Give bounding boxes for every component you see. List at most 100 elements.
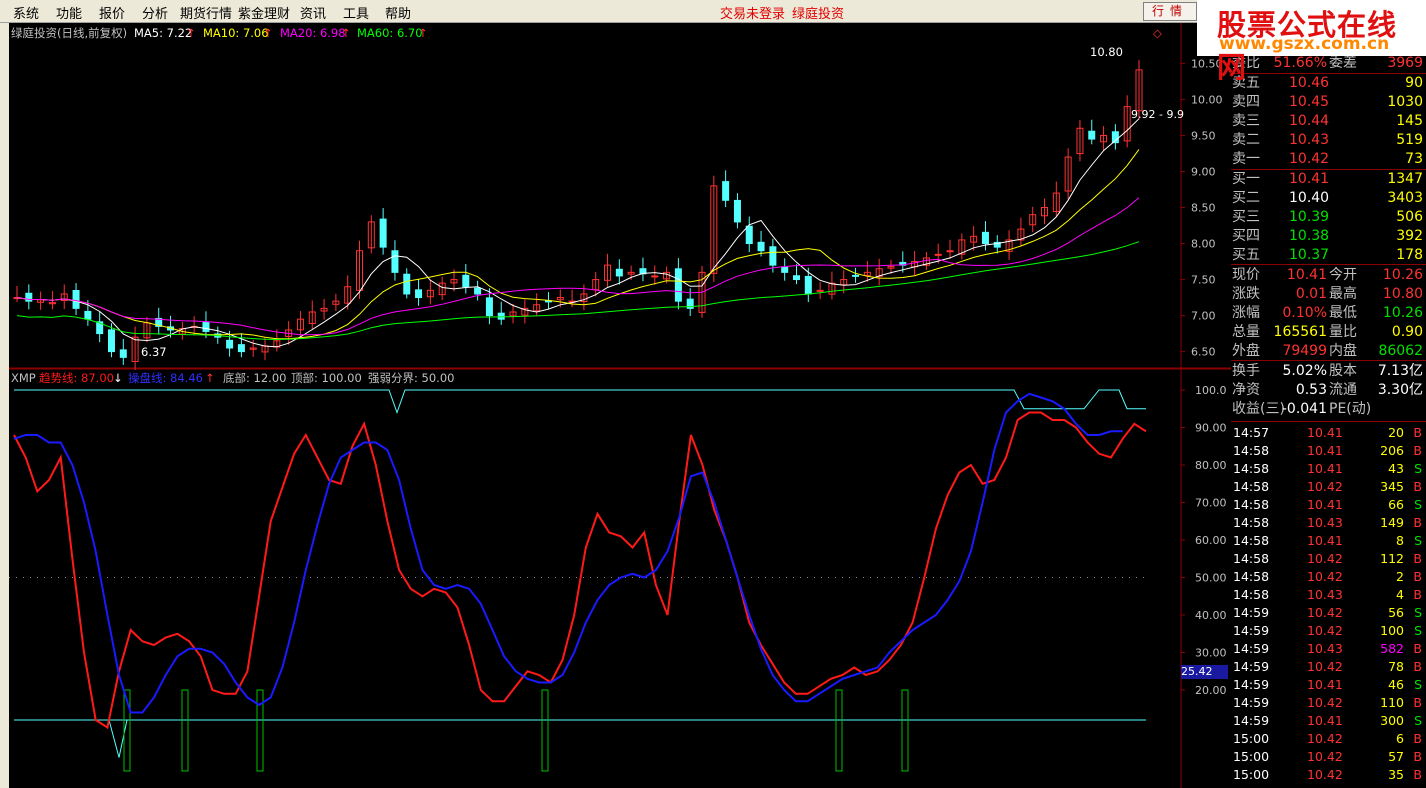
book-label: 卖四 <box>1232 94 1260 110</box>
candle-body <box>792 275 800 281</box>
tick-bs: B <box>1413 731 1422 746</box>
book-price: 10.39 <box>1289 209 1330 225</box>
indicator-tick-label: 60.00 <box>1195 534 1227 547</box>
tick-price: 10.42 <box>1307 731 1343 746</box>
price-tick-label: 8.00 <box>1191 238 1216 251</box>
tick-bs: S <box>1414 623 1422 638</box>
book-label: 买五 <box>1232 247 1260 263</box>
candle-body <box>403 273 411 295</box>
tick-price: 10.41 <box>1307 425 1343 440</box>
stat-row: 涨跌 0.01 最高 10.80 <box>1231 285 1426 304</box>
book-price: 10.38 <box>1289 228 1330 244</box>
price-tick-label: 10.00 <box>1191 93 1223 106</box>
tick-row: 14:58 10.41 43 S <box>1231 460 1426 478</box>
candle-body <box>107 329 115 353</box>
tick-bs: B <box>1413 569 1422 584</box>
tick-vol: 582 <box>1380 641 1404 656</box>
tick-vol: 112 <box>1380 551 1404 566</box>
row-value-2: 10.26 <box>1382 267 1423 283</box>
site-watermark: 股票公式在线网 www.gszx.com.cn <box>1197 0 1426 84</box>
diamond-icon[interactable]: ◇ <box>1153 26 1162 40</box>
row-value-2: 3.30亿 <box>1377 382 1423 398</box>
row-label: 涨幅 <box>1232 305 1260 321</box>
row-value-2: 10.80 <box>1382 286 1423 302</box>
tick-row: 14:59 10.42 78 B <box>1231 658 1426 676</box>
tick-vol: 100 <box>1380 623 1404 638</box>
tick-bs: S <box>1414 713 1422 728</box>
indicator-name: XMP <box>11 371 36 385</box>
menu-finance[interactable]: 紫金理财 <box>238 3 290 22</box>
indicator-tick-label: 80.00 <box>1195 459 1227 472</box>
tick-row: 14:59 10.41 46 S <box>1231 676 1426 694</box>
row-value: 10.41 <box>1286 267 1327 283</box>
row-label: 外盘 <box>1232 343 1260 359</box>
trade-login-status[interactable]: 交易未登录 <box>720 3 785 22</box>
tick-price: 10.41 <box>1307 677 1343 692</box>
menu-analysis[interactable]: 分析 <box>142 3 168 22</box>
candle-body <box>946 250 954 253</box>
chart-area[interactable]: 10.5010.009.509.008.508.007.507.006.5010… <box>9 23 1231 788</box>
tick-price: 10.41 <box>1307 443 1343 458</box>
bid-row: 买三 10.39 506 <box>1231 208 1426 227</box>
book-label: 买四 <box>1232 228 1260 244</box>
book-price: 10.44 <box>1289 113 1330 129</box>
book-vol: 1347 <box>1387 171 1423 187</box>
candle-body <box>769 246 777 266</box>
tick-row: 14:59 10.42 100 S <box>1231 622 1426 640</box>
tick-bs: B <box>1413 479 1422 494</box>
candle-body <box>651 275 659 278</box>
extra-row: 换手 5.02% 股本 7.13亿 <box>1231 362 1426 381</box>
menu-futures[interactable]: 期货行情 <box>180 3 232 22</box>
menu-help[interactable]: 帮助 <box>385 3 411 22</box>
candle-body <box>674 268 682 302</box>
tick-vol: 4 <box>1396 587 1404 602</box>
up-arrow-icon: ↑ <box>418 26 428 40</box>
moving-average-lines <box>16 118 1140 348</box>
left-toolbar[interactable] <box>0 23 9 788</box>
tick-vol: 149 <box>1380 515 1404 530</box>
book-price: 10.37 <box>1289 247 1330 263</box>
tick-vol: 110 <box>1380 695 1404 710</box>
tick-vol: 6 <box>1396 731 1404 746</box>
row-label-2: PE(动) <box>1329 401 1372 417</box>
menu-function[interactable]: 功能 <box>56 3 82 22</box>
up-arrow-icon: ↑ <box>205 371 215 385</box>
book-price: 10.42 <box>1289 151 1330 167</box>
candle-body <box>237 344 245 353</box>
tick-vol: 66 <box>1388 497 1404 512</box>
indicator-tick-label: 50.00 <box>1195 572 1227 585</box>
tick-time: 14:58 <box>1233 587 1270 602</box>
price-tick-label: 6.50 <box>1191 346 1216 359</box>
tick-row: 14:59 10.42 110 B <box>1231 694 1426 712</box>
row-label: 涨跌 <box>1232 286 1260 302</box>
indicator-tick-label: 90.00 <box>1195 422 1227 435</box>
tick-time: 14:57 <box>1233 425 1270 440</box>
up-arrow-icon: ↑ <box>186 26 196 40</box>
chart-grid <box>9 23 1231 788</box>
book-label: 卖三 <box>1232 113 1260 129</box>
row-value: 5.02% <box>1282 363 1327 379</box>
row-label: 总量 <box>1232 324 1260 340</box>
tick-time: 14:59 <box>1233 605 1270 620</box>
tick-price: 10.41 <box>1307 533 1343 548</box>
control-line <box>13 392 1123 714</box>
tick-time: 14:59 <box>1233 623 1270 638</box>
bid-row: 买四 10.38 392 <box>1231 227 1426 246</box>
tick-row: 15:00 10.42 57 B <box>1231 748 1426 766</box>
tick-vol: 8 <box>1396 533 1404 548</box>
book-label: 买二 <box>1232 190 1260 206</box>
quote-toggle-button[interactable]: 行情 <box>1143 2 1197 21</box>
menu-quote[interactable]: 报价 <box>99 3 125 22</box>
tick-row: 14:58 10.43 4 B <box>1231 586 1426 604</box>
row-value-2: 7.13亿 <box>1377 363 1423 379</box>
tick-time: 14:58 <box>1233 533 1270 548</box>
candle-body <box>1088 130 1096 140</box>
indicator-tick-label: 20.00 <box>1195 684 1227 697</box>
menu-system[interactable]: 系统 <box>13 3 39 22</box>
tick-row: 14:58 10.43 149 B <box>1231 514 1426 532</box>
price-tick-label: 9.50 <box>1191 129 1216 142</box>
tick-vol: 300 <box>1380 713 1404 728</box>
menu-news[interactable]: 资讯 <box>300 3 326 22</box>
book-label: 买一 <box>1232 171 1260 187</box>
menu-tools[interactable]: 工具 <box>343 3 369 22</box>
